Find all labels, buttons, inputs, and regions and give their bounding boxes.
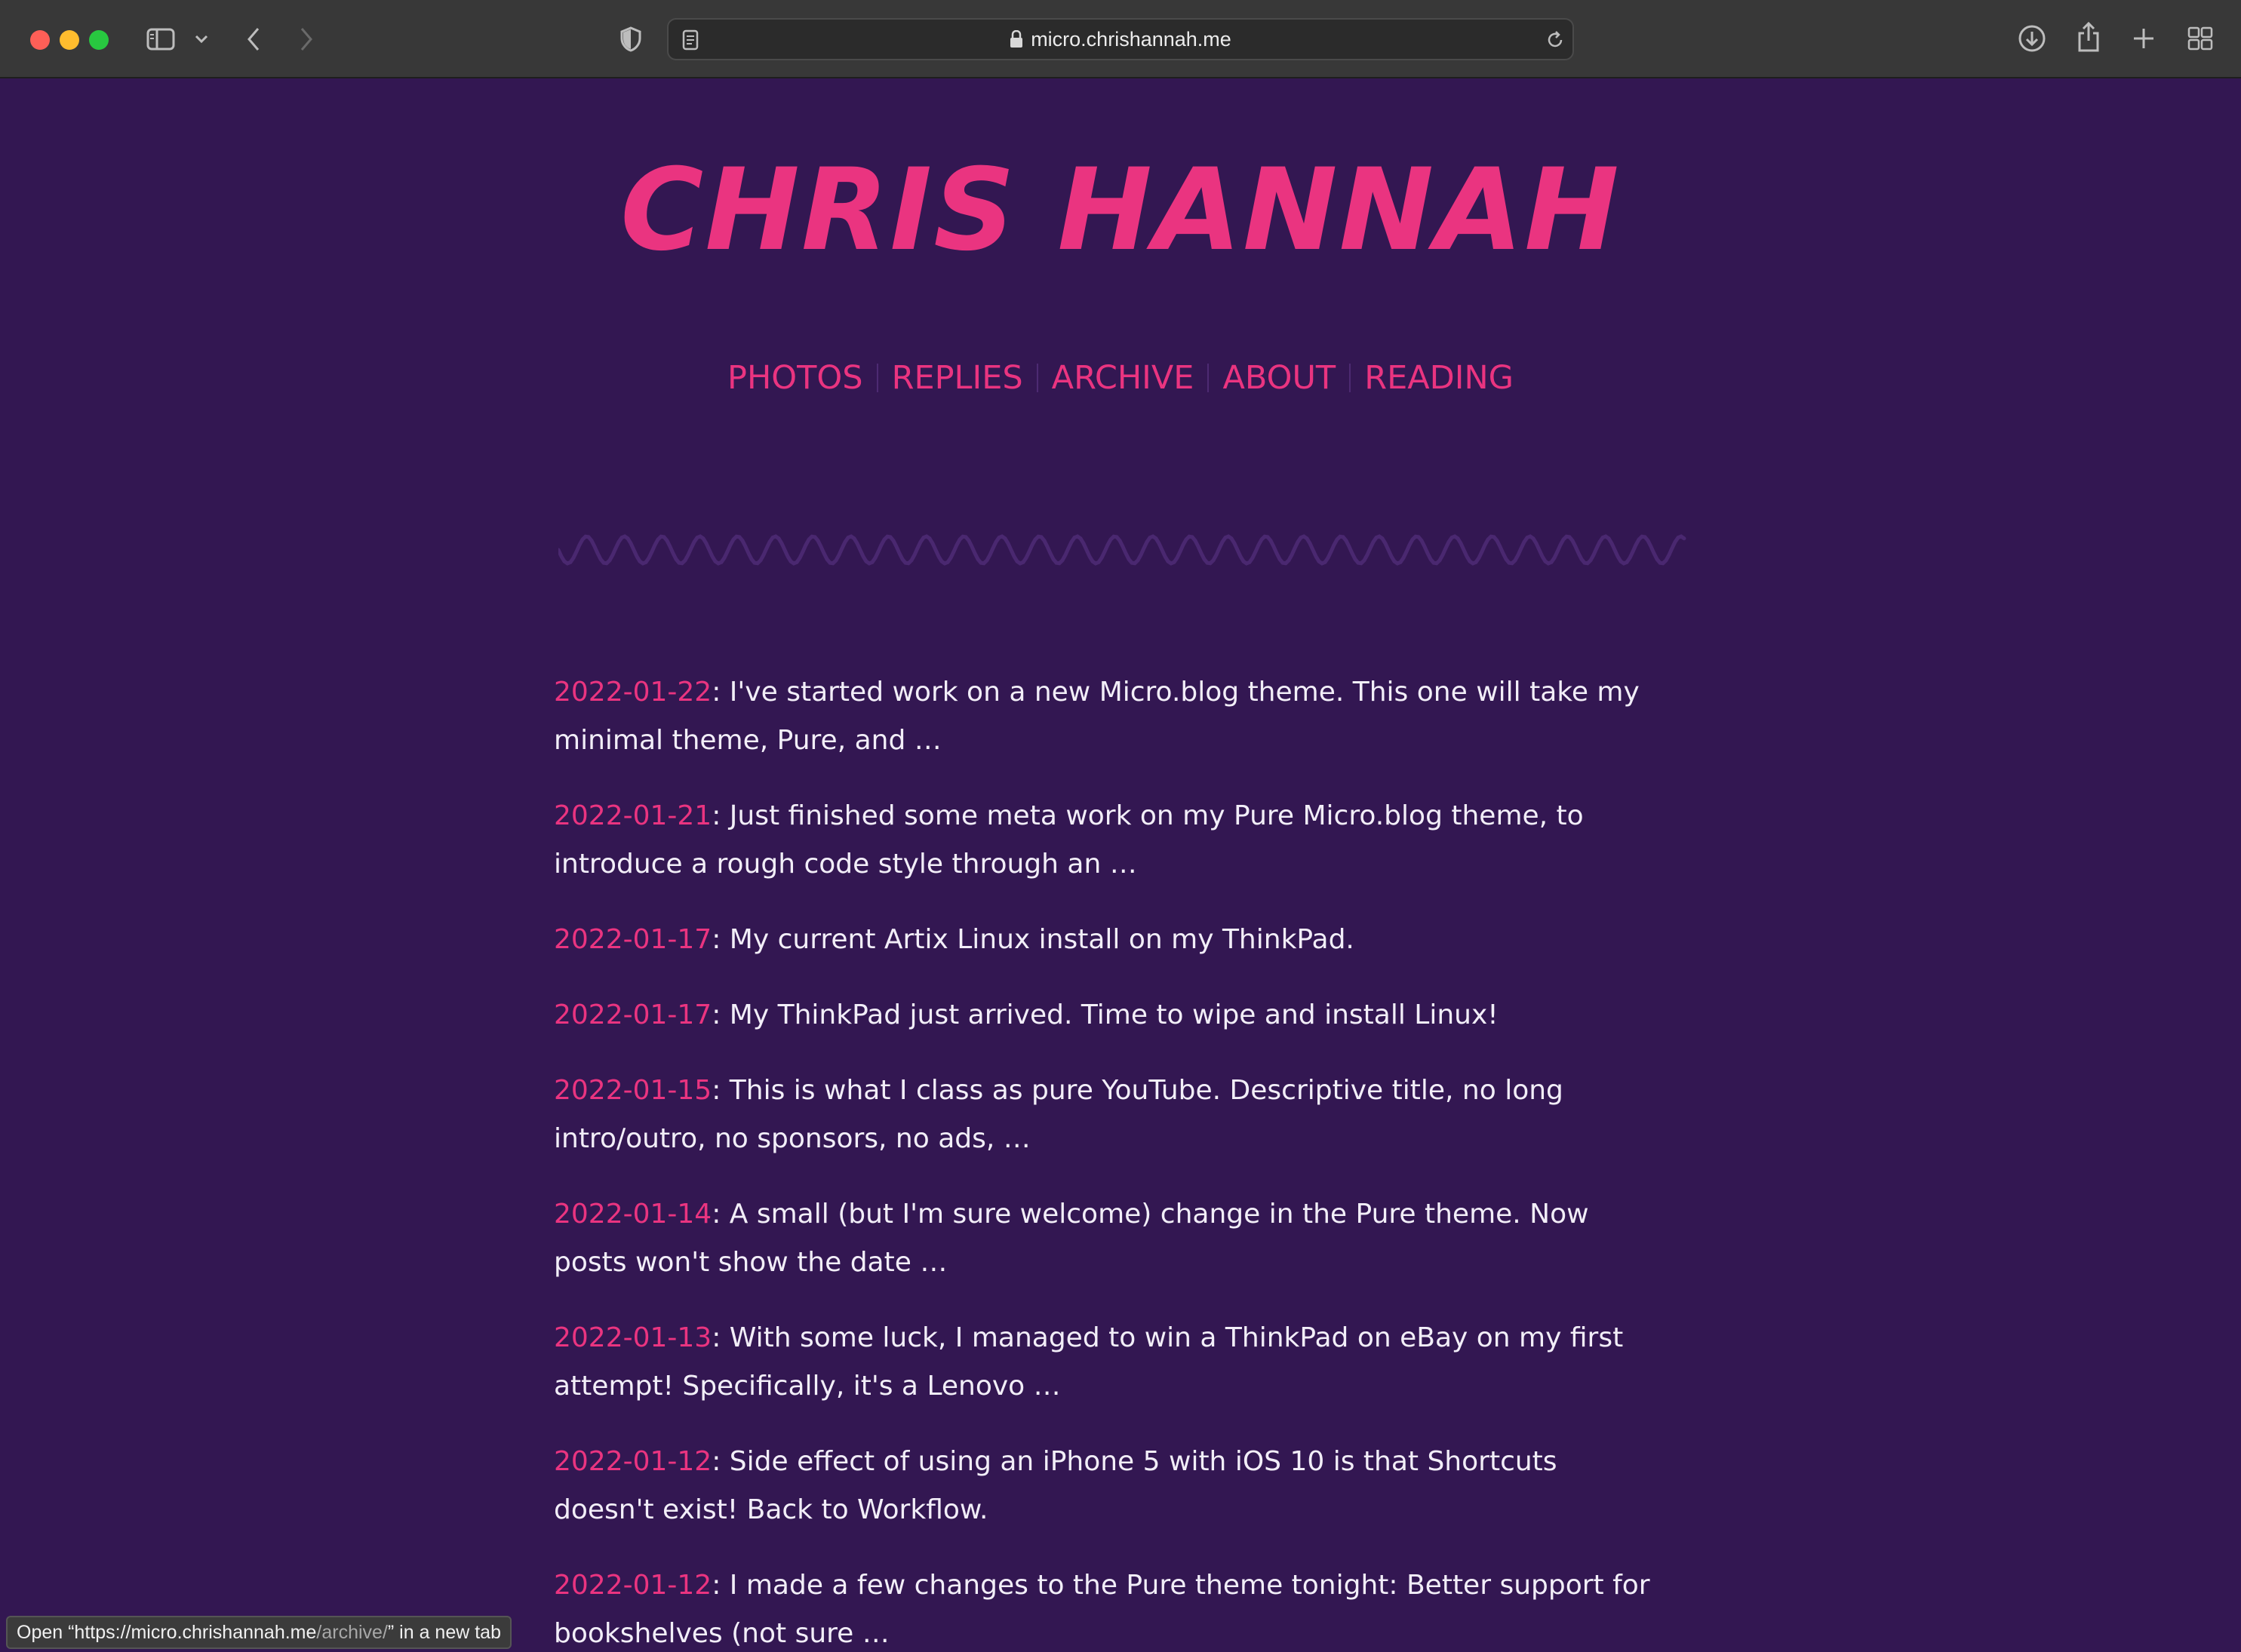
list-item: 2022-01-17: My ThinkPad just arrived. Ti…: [554, 991, 1663, 1039]
privacy-shield-icon[interactable]: [617, 24, 644, 54]
url-display[interactable]: micro.chrishannah.me: [669, 20, 1572, 59]
list-item: 2022-01-22: I've started work on a new M…: [554, 668, 1663, 765]
address-bar[interactable]: micro.chrishannah.me: [667, 18, 1574, 60]
list-item: 2022-01-13: With some luck, I managed to…: [554, 1314, 1663, 1411]
main-nav: PHOTOS REPLIES ARCHIVE ABOUT READING: [0, 359, 2241, 397]
post-date-link[interactable]: 2022-01-13: [554, 1322, 712, 1353]
post-date-link[interactable]: 2022-01-12: [554, 1570, 712, 1601]
post-date-link[interactable]: 2022-01-17: [554, 924, 712, 955]
chevron-down-icon[interactable]: [192, 29, 211, 50]
web-page: CHRIS HANNAH PHOTOS REPLIES ARCHIVE ABOU…: [0, 78, 2241, 1652]
list-item: 2022-01-17: My current Artix Linux insta…: [554, 916, 1663, 964]
tab-overview-icon[interactable]: [2185, 24, 2215, 53]
post-excerpt: : My current Artix Linux install on my T…: [712, 924, 1354, 955]
browser-toolbar: micro.chrishannah.me: [0, 0, 2241, 78]
post-date-link[interactable]: 2022-01-17: [554, 999, 712, 1030]
zoom-window-button[interactable]: [89, 30, 109, 50]
status-tip-prefix: Open “https://micro.chrishannah.me: [17, 1622, 317, 1643]
minimize-window-button[interactable]: [60, 30, 79, 50]
reload-icon[interactable]: [1544, 29, 1566, 51]
post-excerpt: : My ThinkPad just arrived. Time to wipe…: [712, 999, 1499, 1030]
sidebar-toggle-icon[interactable]: [145, 26, 177, 53]
post-excerpt: : I made a few changes to the Pure theme…: [554, 1570, 1650, 1649]
post-excerpt: : I've started work on a new Micro.blog …: [554, 677, 1640, 756]
nav-about[interactable]: ABOUT: [1222, 359, 1336, 397]
post-date-link[interactable]: 2022-01-12: [554, 1446, 712, 1477]
nav-reading[interactable]: READING: [1364, 359, 1514, 397]
list-item: 2022-01-14: A small (but I'm sure welcom…: [554, 1190, 1663, 1287]
status-tip-suffix: ” in a new tab: [387, 1622, 501, 1643]
back-icon[interactable]: [240, 24, 267, 54]
nav-divider: [1349, 364, 1351, 392]
link-status-tooltip: Open “https://micro.chrishannah.me/archi…: [6, 1616, 512, 1649]
nav-replies[interactable]: REPLIES: [892, 359, 1023, 397]
nav-divider: [1036, 364, 1038, 392]
nav-divider: [1207, 364, 1210, 392]
wavy-divider: [558, 534, 1686, 566]
post-date-link[interactable]: 2022-01-22: [554, 677, 712, 708]
close-window-button[interactable]: [30, 30, 50, 50]
post-list: 2022-01-22: I've started work on a new M…: [554, 668, 1663, 1652]
post-excerpt: : With some luck, I managed to win a Thi…: [554, 1322, 1624, 1402]
status-tip-path: /archive/: [316, 1622, 388, 1643]
lock-icon: [1010, 30, 1023, 48]
share-icon[interactable]: [2073, 20, 2104, 54]
post-date-link[interactable]: 2022-01-14: [554, 1199, 712, 1230]
list-item: 2022-01-12: Side effect of using an iPho…: [554, 1438, 1663, 1534]
new-tab-icon[interactable]: [2129, 24, 2158, 53]
browser-window: micro.chrishannah.me CHRIS HANNAH PHOTOS…: [0, 0, 2241, 1652]
forward-icon[interactable]: [293, 24, 320, 54]
downloads-icon[interactable]: [2016, 23, 2048, 54]
nav-photos[interactable]: PHOTOS: [727, 359, 863, 397]
list-item: 2022-01-21: Just finished some meta work…: [554, 792, 1663, 889]
nav-archive[interactable]: ARCHIVE: [1052, 359, 1194, 397]
list-item: 2022-01-12: I made a few changes to the …: [554, 1561, 1663, 1652]
post-date-link[interactable]: 2022-01-15: [554, 1075, 712, 1106]
nav-divider: [876, 364, 878, 392]
post-date-link[interactable]: 2022-01-21: [554, 800, 712, 831]
site-title[interactable]: CHRIS HANNAH: [0, 154, 2241, 267]
list-item: 2022-01-15: This is what I class as pure…: [554, 1067, 1663, 1163]
url-text: micro.chrishannah.me: [1031, 27, 1231, 51]
